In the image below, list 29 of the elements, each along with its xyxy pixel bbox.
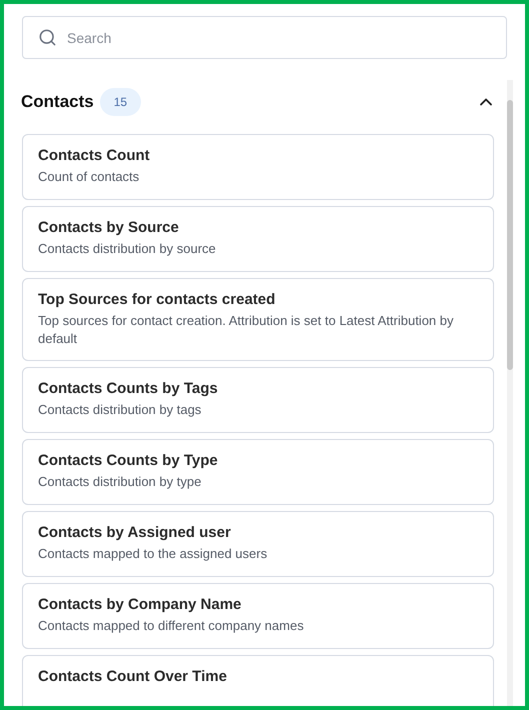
report-card[interactable]: Contacts Count Over Time (22, 655, 494, 706)
card-title: Contacts by Company Name (38, 595, 242, 615)
report-card[interactable]: Top Sources for contacts created Top sources for contact creation. Attribution is set to Latest Attribution by default (22, 278, 494, 361)
card-title: Contacts Counts by Type (38, 451, 219, 471)
card-description: Contacts distribution by tags (38, 401, 202, 419)
card-description: Contacts distribution by source (38, 240, 217, 258)
card-description: Count of contacts (38, 168, 140, 186)
card-title: Top Sources for contacts created (38, 290, 276, 310)
report-card[interactable]: Contacts by Company Name Contacts mapped to different company names (22, 583, 494, 649)
card-title: Contacts Count Over Time (38, 667, 228, 687)
card-description: Contacts mapped to the assigned users (38, 545, 268, 563)
card-description: Top sources for contact creation. Attribution is set to Latest Attribution by default (38, 312, 454, 348)
report-card[interactable]: Contacts Count Count of contacts (22, 134, 494, 200)
card-title: Contacts by Assigned user (38, 523, 232, 543)
card-description: Contacts distribution by type (38, 473, 202, 491)
scrollbar-thumb[interactable] (507, 100, 513, 370)
report-card[interactable]: Contacts Counts by Tags Contacts distribution by tags (22, 367, 494, 433)
report-card[interactable]: Contacts Counts by Type Contacts distribution by type (22, 439, 494, 505)
card-description: Contacts mapped to different company names (38, 617, 305, 635)
card-title: Contacts Count (38, 146, 151, 166)
section-title: Contacts (21, 91, 94, 114)
search-icon (38, 28, 57, 47)
search-field[interactable]: Search (22, 16, 507, 59)
report-card[interactable]: Contacts by Source Contacts distribution by source (22, 206, 494, 272)
count-badge: 15 (100, 88, 142, 116)
card-title: Contacts Counts by Tags (38, 379, 219, 399)
report-card[interactable]: Contacts by Assigned user Contacts mapped to the assigned users (22, 511, 494, 577)
card-title: Contacts by Source (38, 218, 180, 238)
scrollbar[interactable] (507, 80, 513, 706)
